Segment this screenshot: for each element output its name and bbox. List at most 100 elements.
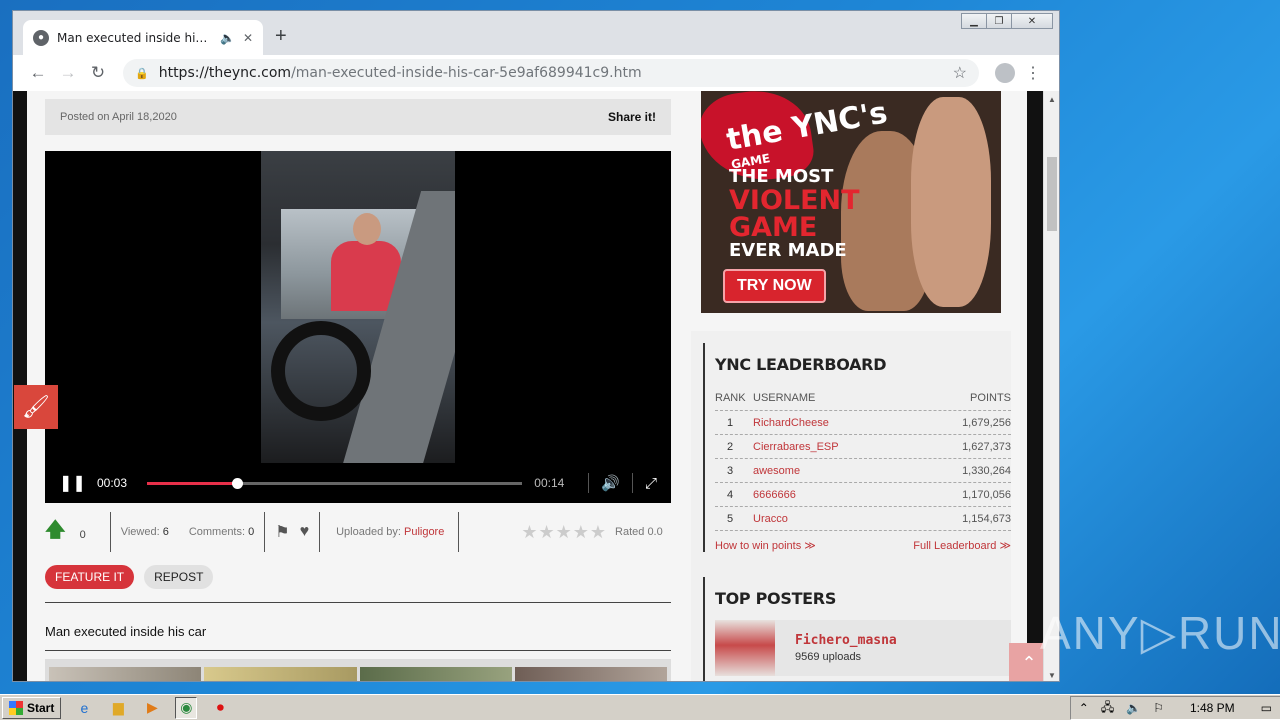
comments-label: Comments:	[188, 526, 246, 538]
username-link[interactable]: Uracco	[753, 513, 931, 525]
poster-avatar[interactable]	[715, 620, 775, 676]
ie-icon[interactable]: e	[73, 697, 95, 719]
scroll-up-arrow-icon[interactable]: ▲	[1044, 91, 1059, 107]
how-to-win-link[interactable]: How to win points ≫	[715, 539, 816, 552]
tab-strip: ● Man executed inside his car | th 🔈 ✕ +…	[13, 11, 1059, 55]
heart-icon[interactable]: ♥	[300, 523, 310, 541]
scroll-down-arrow-icon[interactable]: ▼	[1044, 667, 1059, 681]
rank-cell: 4	[727, 488, 734, 501]
start-button[interactable]: Start	[2, 696, 62, 719]
share-button[interactable]: Share it!	[608, 110, 656, 124]
poster-uploads: 9569 uploads	[795, 651, 862, 663]
video-frame	[261, 151, 455, 463]
username-link[interactable]: 6666666	[753, 489, 931, 501]
page-viewport: Posted on April 18,2020 Share it! ❚❚ 00:…	[13, 91, 1059, 681]
address-bar[interactable]: 🔒 https://theync.com/man-executed-inside…	[123, 59, 979, 87]
stats-divider	[458, 512, 460, 552]
ad-tagline: THE MOST VIOLENT GAME EVER MADE	[729, 167, 860, 261]
top-posters-title: TOP POSTERS	[715, 589, 837, 608]
volume-icon[interactable]: 🔊	[601, 474, 620, 492]
username-link[interactable]: Cierrabares_ESP	[753, 441, 931, 453]
profile-avatar-icon[interactable]	[995, 63, 1015, 83]
username-link[interactable]: awesome	[753, 465, 931, 477]
poster-name[interactable]: Fichero_masna	[795, 633, 897, 648]
tab-close-icon[interactable]: ✕	[243, 31, 253, 45]
rank-cell: 3	[727, 464, 734, 477]
rank-cell: 5	[727, 512, 734, 525]
ad-line4: EVER MADE	[729, 240, 847, 261]
feature-it-button[interactable]: FEATURE IT	[45, 565, 135, 589]
top-posters: TOP POSTERS Fichero_masna 9569 uploads	[703, 577, 1011, 681]
fullscreen-icon[interactable]: ⤢	[645, 475, 657, 492]
related-thumbnail[interactable]	[49, 667, 202, 681]
upvote-arrow-icon[interactable]: 🡅	[45, 515, 66, 549]
flag-icon[interactable]: ⚑	[275, 522, 289, 542]
bookmark-star-icon[interactable]: ☆	[953, 63, 967, 83]
tab-title: Man executed inside his car | th	[57, 30, 212, 45]
restore-button[interactable]: ❐	[986, 13, 1012, 29]
post-meta-bar: Posted on April 18,2020 Share it!	[45, 99, 671, 135]
table-row: 1 RichardCheese 1,679,256	[715, 411, 1011, 435]
rating-stars-icon[interactable]: ★★★★★	[521, 522, 607, 543]
video-player[interactable]: ❚❚ 00:03 00:14 🔊 ⤢	[45, 151, 671, 503]
tab-audio-icon[interactable]: 🔈	[220, 31, 235, 45]
browser-tab[interactable]: ● Man executed inside his car | th 🔈 ✕	[23, 20, 263, 55]
points-cell: 1,170,056	[962, 488, 1011, 501]
url-host: https://theync.com	[158, 65, 292, 81]
leaderboard-title: YNC LEADERBOARD	[715, 355, 887, 374]
seek-bar[interactable]	[147, 477, 523, 489]
tray-expand-icon[interactable]: ⌃	[1079, 701, 1089, 715]
window-controls: ▁ ❐ ✕	[961, 13, 1053, 29]
related-thumbnail[interactable]	[204, 667, 357, 681]
reload-button[interactable]: ↻	[83, 63, 113, 83]
forward-button[interactable]: →	[53, 63, 83, 83]
viewed-count: 6	[162, 526, 169, 538]
flag-tray-icon[interactable]: ⚐	[1153, 701, 1164, 715]
leaderboard-links: How to win points ≫ Full Leaderboard ≫	[715, 539, 1011, 552]
full-leaderboard-link[interactable]: Full Leaderboard ≫	[913, 539, 1011, 552]
url-text[interactable]: https://theync.com/man-executed-inside-h…	[159, 65, 953, 81]
seek-handle[interactable]	[232, 477, 244, 489]
duration: 00:14	[534, 476, 565, 490]
try-now-button[interactable]: TRY NOW	[723, 269, 826, 303]
action-buttons: FEATURE IT REPOST	[45, 565, 214, 589]
page-scrollbar[interactable]: ▲ ▼	[1043, 91, 1059, 681]
stop-icon[interactable]: ⏺	[209, 697, 231, 719]
comments-count: 0	[248, 526, 255, 538]
poster-card[interactable]: Fichero_masna 9569 uploads	[715, 620, 1011, 676]
clock: 1:48 PM	[1189, 701, 1235, 715]
related-thumbnail[interactable]	[514, 667, 667, 681]
uploader-link[interactable]: Puligore	[404, 526, 444, 538]
folder-icon[interactable]: ▆	[107, 697, 129, 719]
new-tab-button[interactable]: +	[275, 25, 287, 48]
browser-window: ● Man executed inside his car | th 🔈 ✕ +…	[12, 10, 1060, 682]
show-desktop-icon[interactable]: ▭	[1261, 701, 1272, 715]
pause-icon[interactable]: ❚❚	[59, 473, 86, 493]
ad-line1: THE MOST	[729, 166, 834, 187]
uploader-info: Uploaded by: Puligore	[336, 526, 444, 538]
minimize-button[interactable]: ▁	[961, 13, 987, 29]
close-window-button[interactable]: ✕	[1011, 13, 1053, 29]
paintbrush-icon[interactable]: 🖌	[14, 385, 58, 429]
repost-button[interactable]: REPOST	[144, 565, 214, 589]
scrollbar-thumb[interactable]	[1047, 157, 1057, 231]
comments-stat: Comments: 0	[189, 526, 254, 538]
network-icon[interactable]: 🖧	[1101, 698, 1114, 719]
stats-divider	[319, 512, 321, 552]
divider	[45, 602, 671, 603]
chrome-icon[interactable]: ◉	[175, 696, 198, 719]
anyrun-watermark: ANY▷RUN	[1040, 607, 1280, 659]
browser-menu-icon[interactable]: ⋮	[1025, 63, 1041, 83]
media-player-icon[interactable]: ▶	[141, 697, 163, 719]
url-path: /man-executed-inside-his-car-5e9af689941…	[291, 65, 642, 81]
username-link[interactable]: RichardCheese	[753, 417, 931, 429]
username-header: USERNAME	[753, 392, 816, 404]
back-button[interactable]: ←	[23, 63, 53, 83]
volume-tray-icon[interactable]: 🔈	[1126, 701, 1141, 715]
stats-divider	[109, 512, 111, 552]
windows-logo-icon	[9, 700, 23, 715]
seek-progress	[147, 481, 238, 485]
poster-info: Fichero_masna 9569 uploads	[795, 633, 897, 663]
related-thumbnail[interactable]	[359, 667, 512, 681]
game-advertisement[interactable]: the YNC's GAME THE MOST VIOLENT GAME EVER…	[701, 91, 1001, 313]
